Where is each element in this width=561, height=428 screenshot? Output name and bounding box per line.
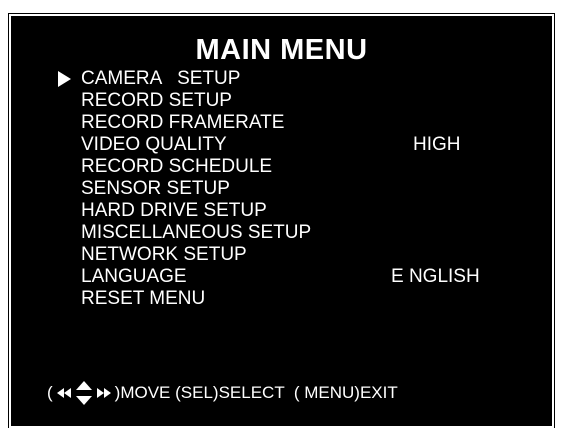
language-value: E NGLISH xyxy=(391,266,480,287)
menu-item-label: CAMERA SETUP xyxy=(81,68,241,89)
menu-title: MAIN MENU xyxy=(195,34,368,66)
menu-item-label: RECORD SETUP xyxy=(81,90,232,111)
menu-item-label: LANGUAGE xyxy=(81,266,187,287)
menu-item-language[interactable]: LANGUAGE E NGLISH xyxy=(11,266,552,288)
menu-item-network-setup[interactable]: NETWORK SETUP xyxy=(11,244,552,266)
menu-item-miscellaneous-setup[interactable]: MISCELLANEOUS SETUP xyxy=(11,222,552,244)
menu-item-label: HARD DRIVE SETUP xyxy=(81,200,267,221)
menu-item-label: VIDEO QUALITY xyxy=(81,134,227,155)
selection-cursor-icon xyxy=(58,71,71,87)
menu-item-record-framerate[interactable]: RECORD FRAMERATE xyxy=(11,112,552,134)
footer-help-text: )MOVE (SEL)SELECT ( MENU)EXIT xyxy=(114,383,398,402)
menu-item-record-schedule[interactable]: RECORD SCHEDULE xyxy=(11,156,552,178)
menu-item-label: RECORD FRAMERATE xyxy=(81,112,285,133)
footer-open-paren: ( xyxy=(47,383,53,402)
menu-item-sensor-setup[interactable]: SENSOR SETUP xyxy=(11,178,552,200)
menu-item-label: SENSOR SETUP xyxy=(81,178,230,199)
arrow-keys-icon xyxy=(56,381,111,405)
menu-item-video-quality[interactable]: VIDEO QUALITY HIGH xyxy=(11,134,552,156)
menu-item-label: RECORD SCHEDULE xyxy=(81,156,273,177)
menu-item-label: NETWORK SETUP xyxy=(81,244,247,265)
menu-item-label: RESET MENU xyxy=(81,288,206,309)
footer-help: ( )MOVE (SEL)SELECT ( MENU)EXIT xyxy=(47,380,398,406)
video-quality-value: HIGH xyxy=(413,134,461,155)
main-menu-panel: MAIN MENU CAMERA SETUP RECORD SETUP RECO… xyxy=(8,13,555,428)
menu-item-label: MISCELLANEOUS SETUP xyxy=(81,222,312,243)
osd-screen: MAIN MENU CAMERA SETUP RECORD SETUP RECO… xyxy=(0,0,561,428)
menu-item-camera-setup[interactable]: CAMERA SETUP xyxy=(11,68,552,90)
menu-item-record-setup[interactable]: RECORD SETUP xyxy=(11,90,552,112)
menu-item-reset-menu[interactable]: RESET MENU xyxy=(11,288,552,310)
menu-item-hard-drive-setup[interactable]: HARD DRIVE SETUP xyxy=(11,200,552,222)
